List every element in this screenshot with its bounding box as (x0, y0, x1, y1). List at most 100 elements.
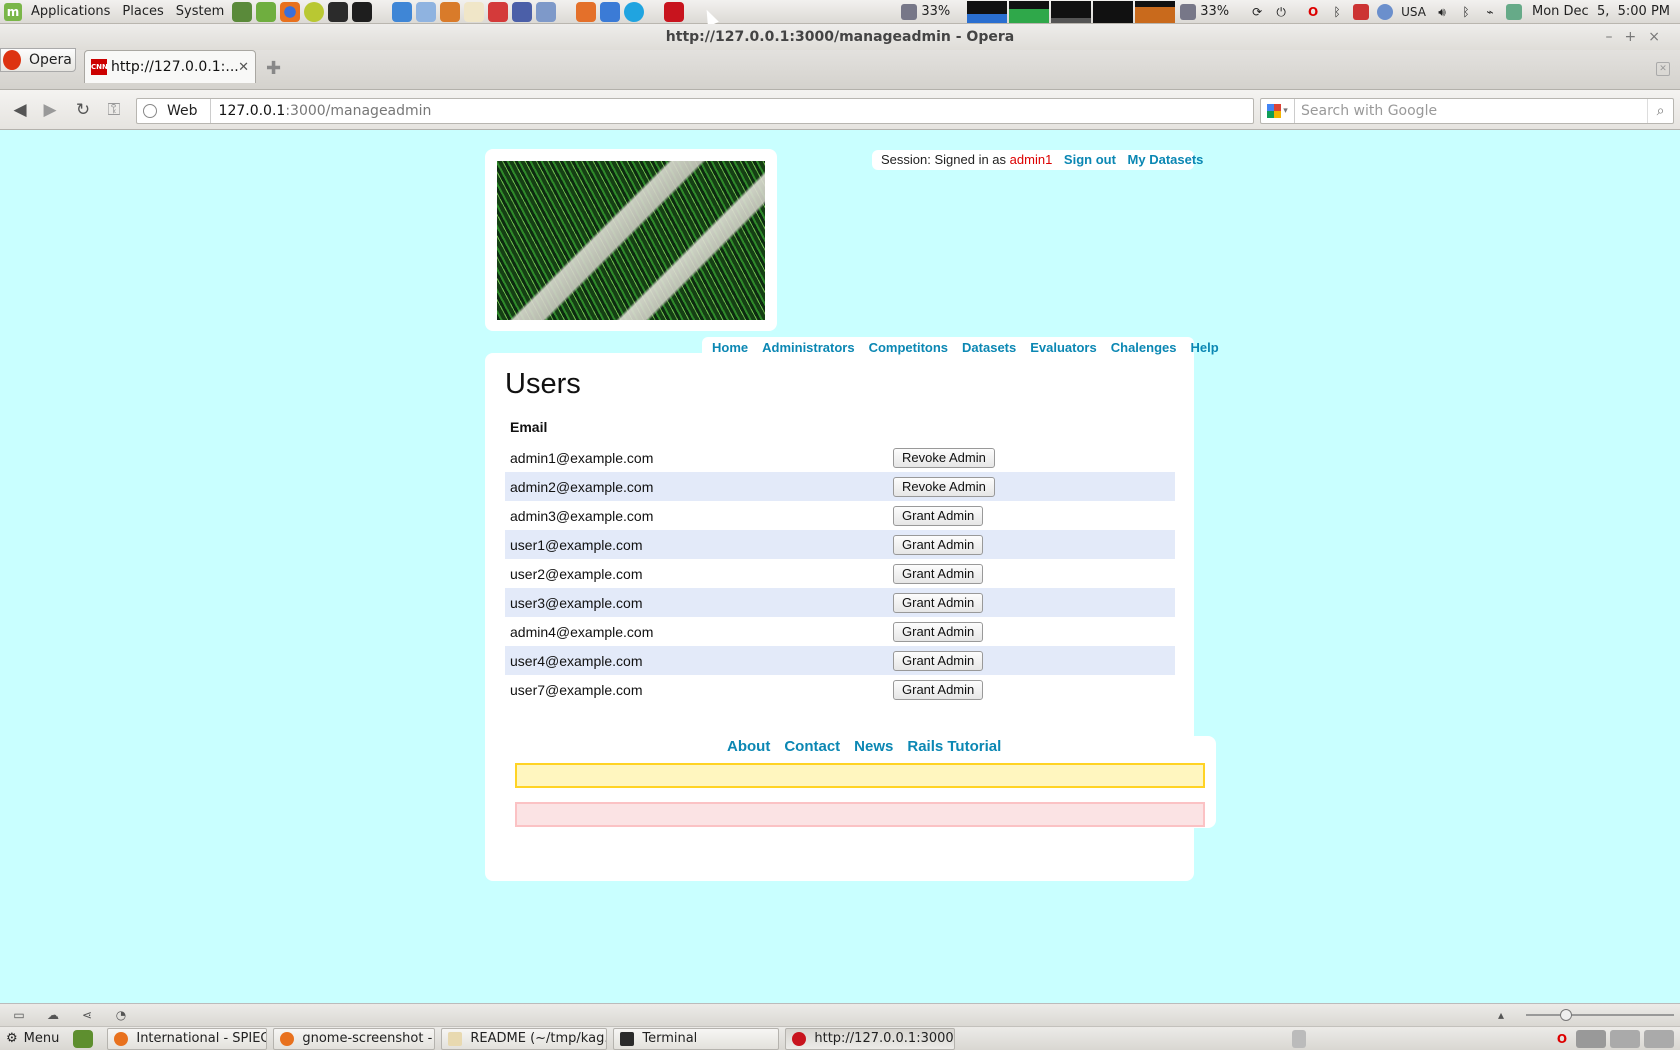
session-bar: Session: Signed in as admin1 Sign out My… (872, 150, 1203, 170)
bluetooth2-icon[interactable]: ᛒ (1458, 4, 1474, 20)
task-gnome-screenshot[interactable]: gnome-screenshot - ... (273, 1027, 436, 1050)
app-tray-icon[interactable] (1353, 3, 1370, 20)
memory-graph[interactable] (1009, 0, 1050, 23)
address-field[interactable]: Web 127.0.0.1:3000/manageadmin (136, 98, 1254, 124)
keyboard-layout[interactable]: USA (1401, 5, 1426, 19)
workspace-2-icon[interactable] (1576, 1029, 1606, 1048)
mint-logo-icon[interactable]: m (4, 2, 22, 21)
nav-datasets[interactable]: Datasets (962, 340, 1016, 355)
my-datasets-link[interactable]: My Datasets (1128, 152, 1204, 167)
window-controls[interactable]: –+× (1606, 24, 1672, 50)
closed-tabs-trash-icon[interactable]: ✕ (1656, 62, 1670, 76)
forward-icon[interactable]: ▶ (40, 100, 60, 120)
battery2-icon[interactable] (1180, 3, 1197, 20)
task-terminal[interactable]: Terminal (613, 1027, 780, 1050)
shield-icon[interactable] (1377, 3, 1394, 20)
vlc-launcher-icon[interactable] (440, 1, 461, 22)
cube-launcher-icon[interactable] (536, 1, 557, 22)
nav-evaluators[interactable]: Evaluators (1030, 340, 1096, 355)
grant-admin-button[interactable]: Grant Admin (893, 621, 984, 642)
panel-toggle-icon[interactable]: ▭ (12, 1008, 26, 1022)
nav-administrators[interactable]: Administrators (762, 340, 854, 355)
reload-icon[interactable]: ↻ (73, 100, 93, 120)
key-icon[interactable]: ⚿ (104, 100, 124, 120)
share-icon[interactable]: ⋖ (80, 1008, 94, 1022)
menu-applications[interactable]: Applications (25, 4, 116, 19)
tab-active[interactable]: CNN http://127.0.0.1:... ✕ (84, 50, 256, 83)
table-row: user7@example.com Grant Admin (505, 675, 1175, 704)
google-engine-icon[interactable]: ▾ (1261, 99, 1295, 123)
grant-admin-button[interactable]: Grant Admin (893, 505, 984, 526)
console-launcher-icon[interactable] (352, 1, 373, 22)
terminal-launcher-icon[interactable] (328, 1, 349, 22)
footer-contact[interactable]: Contact (784, 738, 840, 755)
workspace-3-icon[interactable] (1610, 1029, 1640, 1048)
search-icon[interactable]: ⌕ (1647, 99, 1673, 123)
nvidia-launcher-icon[interactable] (232, 1, 253, 22)
opera-workspace-icon[interactable]: O (1554, 1031, 1570, 1047)
nav-competitions[interactable]: Competitons (869, 340, 948, 355)
scroll-up-icon[interactable]: ▴ (1494, 1008, 1508, 1022)
revoke-admin-button[interactable]: Revoke Admin (893, 476, 995, 497)
volume-icon[interactable]: 🔊︎ (1434, 4, 1450, 20)
task-readme[interactable]: README (~/tmp/kag... (441, 1027, 608, 1050)
opera-launcher-icon[interactable] (664, 1, 685, 22)
menu-system[interactable]: System (170, 4, 230, 19)
footer-about[interactable]: About (727, 738, 770, 755)
swap-graph[interactable] (1093, 0, 1134, 23)
network-launcher-icon[interactable] (392, 1, 413, 22)
editor-launcher-icon[interactable] (464, 1, 485, 22)
skype-launcher-icon[interactable] (624, 1, 645, 22)
search-placeholder[interactable]: Search with Google (1295, 103, 1647, 119)
nav-home[interactable]: Home (712, 340, 748, 355)
site-logo[interactable] (497, 161, 765, 320)
grant-admin-button[interactable]: Grant Admin (893, 650, 984, 671)
footer-rails-tutorial[interactable]: Rails Tutorial (907, 738, 1001, 755)
new-tab-icon[interactable]: ✚ (266, 58, 281, 79)
search-launcher-icon[interactable] (304, 1, 325, 22)
address-mode-label[interactable]: Web (163, 99, 211, 123)
vlc2-launcher-icon[interactable] (576, 1, 597, 22)
bluetooth-icon[interactable]: ᛒ (1329, 4, 1345, 20)
show-desktop-icon[interactable] (73, 1029, 94, 1048)
opera-menu-button[interactable]: Opera (0, 48, 76, 72)
update-icon[interactable]: ⟳ (1249, 4, 1265, 20)
grant-admin-button[interactable]: Grant Admin (893, 592, 984, 613)
revoke-admin-button[interactable]: Revoke Admin (893, 447, 995, 468)
screenshot-launcher-icon[interactable] (416, 1, 437, 22)
firefox-launcher-icon[interactable] (280, 1, 301, 22)
footer-news[interactable]: News (854, 738, 893, 755)
load-graph[interactable] (1135, 0, 1176, 23)
zoom-slider-handle[interactable] (1560, 1009, 1572, 1021)
network-graph[interactable] (1051, 0, 1092, 23)
close-tab-icon[interactable]: ✕ (238, 60, 249, 75)
search-field[interactable]: ▾ Search with Google ⌕ (1260, 98, 1674, 124)
cpu-graph[interactable] (967, 0, 1008, 23)
settings-launcher-icon[interactable] (488, 1, 509, 22)
clock[interactable]: Mon Dec 5, 5:00 PM (1532, 4, 1670, 19)
grant-admin-button[interactable]: Grant Admin (893, 679, 984, 700)
grant-admin-button[interactable]: Grant Admin (893, 534, 984, 555)
battery3-icon[interactable] (1505, 3, 1522, 20)
opera-tray-icon[interactable]: O (1305, 4, 1321, 20)
task-firefox[interactable]: International - SPIEGE... (107, 1027, 268, 1050)
power-icon[interactable]: ⏻ (1273, 4, 1289, 20)
sign-out-link[interactable]: Sign out (1064, 152, 1116, 167)
software-manager-launcher-icon[interactable] (256, 1, 277, 22)
zoom-slider[interactable] (1526, 1014, 1674, 1016)
pidgin-launcher-icon[interactable] (600, 1, 621, 22)
network-icon[interactable]: ⌁ (1482, 4, 1498, 20)
task-opera[interactable]: http://127.0.0.1:3000... (785, 1027, 956, 1050)
trash-icon[interactable] (1292, 1029, 1306, 1048)
cloud-icon[interactable]: ☁ (46, 1008, 60, 1022)
grant-admin-button[interactable]: Grant Admin (893, 563, 984, 584)
virtualbox-launcher-icon[interactable] (512, 1, 533, 22)
menu-places[interactable]: Places (116, 4, 169, 19)
workspace-4-icon[interactable] (1644, 1029, 1674, 1048)
nav-help[interactable]: Help (1190, 340, 1218, 355)
battery-icon[interactable] (901, 3, 918, 20)
speed-dial-icon[interactable]: ◔ (114, 1008, 128, 1022)
back-icon[interactable]: ◀ (10, 100, 30, 120)
nav-challenges[interactable]: Chalenges (1111, 340, 1177, 355)
taskbar-menu[interactable]: ⚙ Menu (0, 1031, 65, 1046)
